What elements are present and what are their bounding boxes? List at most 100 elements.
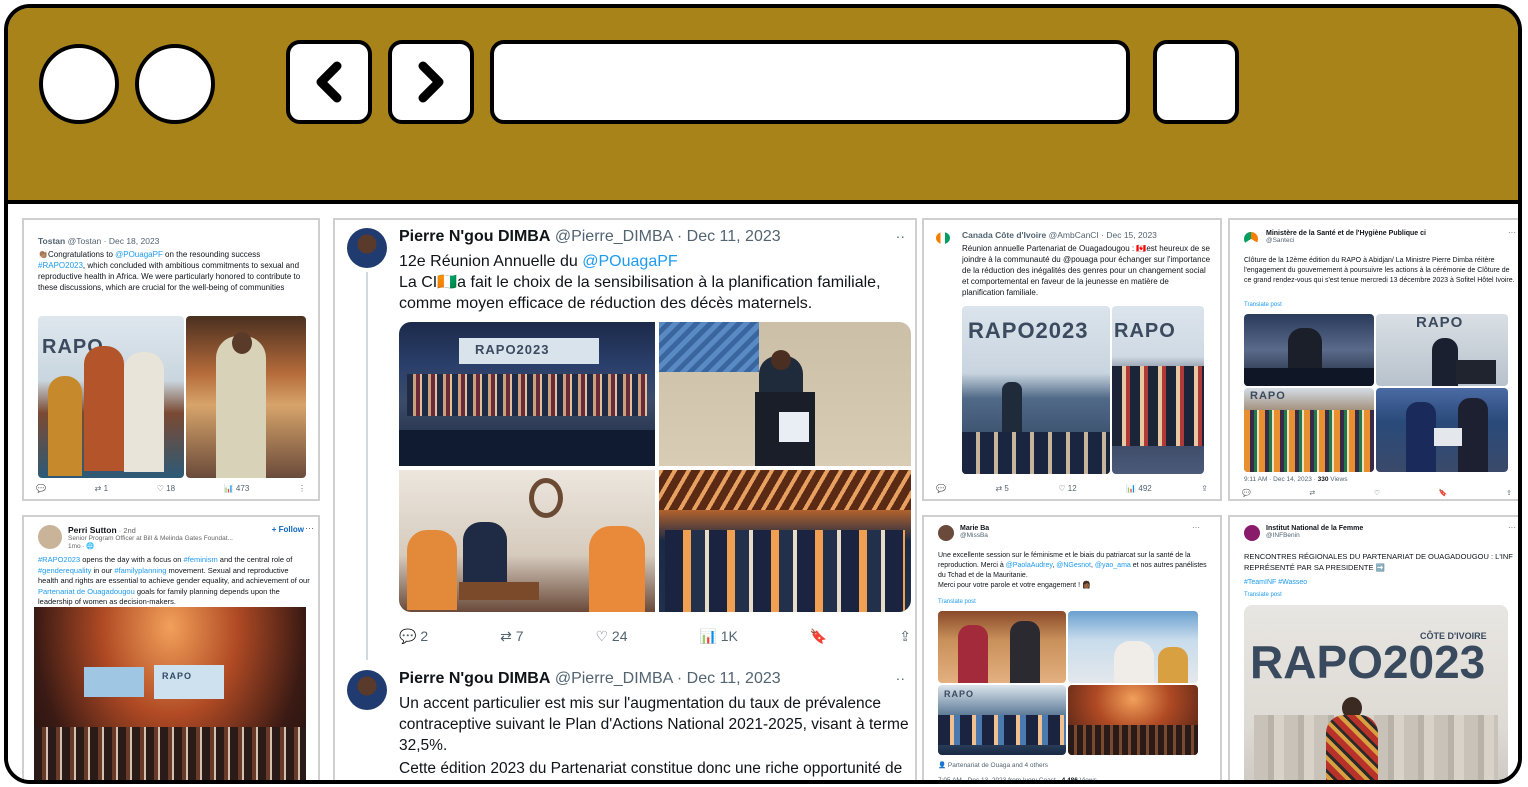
tweet-photo[interactable] <box>938 611 1066 683</box>
hashtag-link[interactable]: #feminism <box>184 555 218 564</box>
hashtag-link[interactable]: #familyplanning <box>114 566 166 575</box>
author-name[interactable]: Marie Ba <box>960 525 1212 532</box>
tweet-photo[interactable]: RAPO2023 CÔTE D'IVOIRE <box>1244 605 1508 780</box>
tweet-text: RENCONTRES RÉGIONALES DU PARTENARIAT DE … <box>1244 552 1513 572</box>
window-button[interactable] <box>135 44 215 124</box>
menu-button[interactable] <box>1153 40 1239 124</box>
mention-link[interactable]: Partenariat de Ouagadougou <box>38 587 135 596</box>
tweet-photo[interactable] <box>399 470 655 612</box>
mention-link[interactable]: @POuagaPF <box>582 253 677 270</box>
more-icon[interactable]: ⋯ <box>305 523 314 534</box>
tweet-meta: @AmbCanCI · Dec 15, 2023 <box>1048 230 1157 240</box>
rapo-logo-text: RAPO <box>162 671 193 681</box>
translate-link[interactable]: Translate post <box>1244 592 1282 598</box>
author-name[interactable]: Pierre N'gou DIMBA <box>399 228 550 245</box>
retweet-button[interactable]: ⇄ 5 <box>995 484 1008 493</box>
share-button[interactable]: ⇪ <box>1201 484 1208 493</box>
tweet-photo[interactable] <box>659 470 911 612</box>
retweet-button[interactable]: ⇄ <box>1309 489 1315 497</box>
back-button[interactable] <box>286 40 372 124</box>
mention-link[interactable]: @NGesnot <box>1056 562 1091 569</box>
tweet-photo[interactable]: RAPO <box>1244 388 1374 472</box>
reply-button[interactable]: 💬 <box>936 484 946 493</box>
tweet-card-canada: Canada Côte d'Ivoire @AmbCanCI · Dec 15,… <box>922 218 1222 501</box>
window-button[interactable] <box>39 44 119 124</box>
tweet-timestamp: 7:05 AM · Dec 13, 2023 from Ivory Coast … <box>938 777 1097 784</box>
bookmark-button[interactable]: 🔖 <box>1439 489 1448 497</box>
author-name[interactable]: Tostan <box>38 236 65 246</box>
avatar[interactable] <box>1244 232 1258 246</box>
mention-link[interactable]: @PaolaAudrey <box>1006 562 1053 569</box>
avatar[interactable] <box>938 525 954 541</box>
tweet-photo[interactable]: RAPO <box>38 316 184 478</box>
tweet-text: Une excellente session sur le féminisme … <box>938 552 1207 589</box>
mention-link[interactable]: @POuagaPF <box>115 250 163 259</box>
hashtag-link[interactable]: #genderequality <box>38 566 91 575</box>
reply-button[interactable]: 💬 <box>36 484 46 493</box>
tweet-timestamp: 9:11 AM · Dec 14, 2023 · 330 Views <box>1244 476 1348 483</box>
tweet-photo[interactable] <box>1068 611 1198 683</box>
avatar[interactable] <box>38 525 62 549</box>
post-card-perri-sutton: Perri Sutton · 2nd Senior Program Office… <box>22 515 320 780</box>
tweet-photo[interactable]: RAPO <box>938 685 1066 755</box>
retweet-button[interactable]: ⇄ 1 <box>95 484 108 493</box>
collage-area: Tostan @Tostan · Dec 18, 2023 👏🏽Congratu… <box>8 204 1518 784</box>
author-name[interactable]: Pierre N'gou DIMBA <box>399 670 550 687</box>
post-photo[interactable]: RAPO <box>34 607 306 780</box>
bookmark-button[interactable]: 🔖 <box>810 628 827 645</box>
follow-button[interactable]: + Follow <box>272 525 304 534</box>
author-handle: @INFBenin <box>1266 532 1300 539</box>
more-icon[interactable]: ·· <box>896 228 905 244</box>
share-button[interactable]: ⇪ <box>1506 489 1512 497</box>
post-time: 1mo · 🌐 <box>68 543 95 550</box>
like-button[interactable]: ♡ <box>1374 489 1380 497</box>
tweet-photo[interactable] <box>186 316 306 478</box>
address-bar[interactable] <box>490 40 1130 124</box>
more-icon[interactable]: ··· <box>1508 228 1516 237</box>
tweet-photo[interactable]: RAPO2023 <box>399 322 655 466</box>
tweet-photo[interactable] <box>1244 314 1374 386</box>
avatar[interactable] <box>347 670 387 710</box>
author-name[interactable]: Canada Côte d'Ivoire <box>962 230 1046 240</box>
more-icon[interactable]: ··· <box>1192 523 1200 532</box>
translate-link[interactable]: Translate post <box>1244 302 1282 308</box>
thread-line <box>366 272 368 660</box>
hashtag-link[interactable]: #RAPO2023 <box>38 261 83 270</box>
more-icon[interactable]: ·· <box>896 670 905 686</box>
translate-link[interactable]: Translate post <box>938 599 976 605</box>
reply-button[interactable]: 💬 <box>1242 489 1251 497</box>
retweet-button[interactable]: ⇄ 7 <box>500 628 523 645</box>
author-name[interactable]: Perri Sutton <box>68 525 117 535</box>
tweet-photo[interactable] <box>659 322 911 466</box>
tweet-actions: 💬 ⇄ ♡ 🔖 ⇪ <box>1242 489 1512 497</box>
more-icon[interactable]: ⋮ <box>298 484 306 493</box>
tweet-photo[interactable]: RAPO2023 <box>962 306 1110 474</box>
browser-window: Tostan @Tostan · Dec 18, 2023 👏🏽Congratu… <box>4 4 1522 784</box>
chevron-left-icon <box>316 61 342 103</box>
more-icon[interactable]: ··· <box>1508 523 1516 532</box>
mention-link[interactable]: @yao_ama <box>1095 562 1131 569</box>
avatar[interactable] <box>347 228 387 268</box>
tweet-photo[interactable]: RAPO <box>1376 314 1508 386</box>
author-name[interactable]: Institut National de la Femme <box>1266 525 1516 532</box>
tweet-text: Réunion annuelle Partenariat de Ouagadou… <box>962 244 1211 297</box>
forward-button[interactable] <box>388 40 474 124</box>
rapo-logo-text: RAPO <box>944 689 975 699</box>
connection-degree: · 2nd <box>118 526 136 535</box>
share-button[interactable]: ⇪ <box>899 628 911 645</box>
tweet-photo[interactable]: RAPO <box>1112 306 1204 474</box>
like-button[interactable]: ♡ 18 <box>157 484 175 493</box>
hashtags[interactable]: #TeamINF #Wasseo <box>1244 579 1307 586</box>
tweet-photo[interactable] <box>1376 388 1508 472</box>
author-name[interactable]: Ministère de la Santé et de l'Hygiène Pu… <box>1266 230 1516 237</box>
like-button[interactable]: ♡ 12 <box>1058 484 1076 493</box>
tweet-photo[interactable] <box>1068 685 1198 755</box>
author-role: Senior Program Officer at Bill & Melinda… <box>68 535 233 542</box>
like-button[interactable]: ♡ 24 <box>595 628 627 645</box>
rapo-logo-text: RAPO2023 <box>968 318 1089 343</box>
rapo-logo-text: RAPO2023 <box>1250 636 1486 688</box>
avatar[interactable] <box>1244 525 1260 541</box>
reply-button[interactable]: 💬 2 <box>399 628 428 645</box>
tagged-users[interactable]: 👤 Partenariat de Ouaga and 4 others <box>938 761 1048 769</box>
hashtag-link[interactable]: #RAPO2023 <box>38 555 80 564</box>
